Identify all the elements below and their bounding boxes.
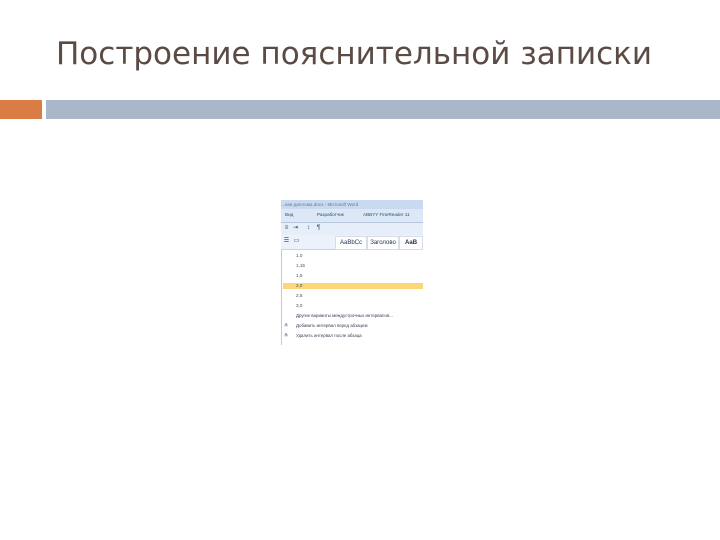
- style-normal[interactable]: АаВbСс: [335, 236, 367, 250]
- styles-gallery: ☰ ▭ АаВbСс Заголово АаВ: [281, 235, 423, 250]
- word-screenshot: ...ная диплома.docx - Microsoft Word Вид…: [281, 200, 423, 345]
- slide-title: Построение пояснительной записки: [56, 36, 653, 72]
- sort-icon[interactable]: ↕: [305, 225, 312, 232]
- accent-bar-blue: [46, 100, 720, 119]
- spacing-2-5[interactable]: 2,5: [296, 293, 302, 298]
- more-spacing-options[interactable]: Другие варианты междустрочных интервалов…: [296, 313, 393, 318]
- line-spacing-menu: 1,0 1,15 1,5 2,0 2,5 3,0 Другие варианты…: [281, 250, 423, 345]
- ribbon-tabs: Вид Разработчик ABBYY FineReader 11: [281, 209, 423, 223]
- spacing-2-0-selected[interactable]: 2,0: [283, 283, 423, 289]
- spacing-1-0[interactable]: 1,0: [296, 253, 302, 258]
- remove-space-after[interactable]: Удалить интервал после абзаца: [296, 333, 362, 338]
- paragraph-mark-icon[interactable]: ¶: [315, 225, 322, 232]
- spacing-1-5[interactable]: 1,5: [296, 273, 302, 278]
- add-space-icon: ≛: [284, 323, 289, 329]
- style-heading-1[interactable]: Заголово: [367, 236, 399, 250]
- list-icon[interactable]: ≡: [283, 225, 290, 232]
- spacing-1-15[interactable]: 1,15: [296, 263, 305, 268]
- tab-finereader[interactable]: ABBYY FineReader 11: [363, 212, 410, 217]
- spacing-3-0[interactable]: 3,0: [296, 303, 302, 308]
- remove-space-icon: ≚: [284, 333, 289, 339]
- tab-developer[interactable]: Разработчик: [317, 212, 344, 217]
- indent-icon[interactable]: ⇥: [292, 225, 299, 232]
- shading-icon[interactable]: ▭: [293, 238, 300, 245]
- line-spacing-icon[interactable]: ☰: [283, 238, 290, 245]
- window-title: ...ная диплома.docx - Microsoft Word: [281, 200, 423, 209]
- style-heading-2[interactable]: АаВ: [399, 236, 423, 250]
- add-space-before[interactable]: Добавить интервал перед абзацем: [296, 323, 367, 328]
- accent-bar-orange: [0, 100, 42, 119]
- selected-spacing-label: 2,0: [296, 283, 303, 288]
- tab-view[interactable]: Вид: [285, 212, 293, 217]
- paragraph-toolbar: ≡ ⇥ ↕ ¶: [281, 223, 423, 235]
